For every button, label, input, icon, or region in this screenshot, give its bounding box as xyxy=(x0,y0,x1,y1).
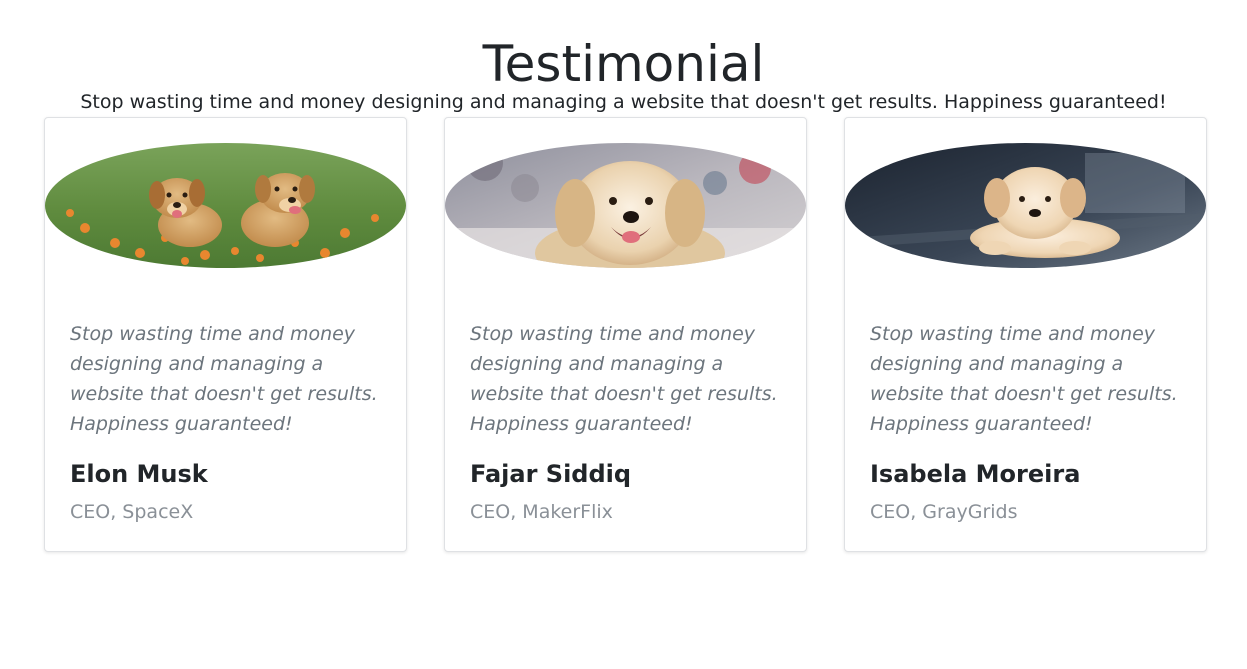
section-subtitle: Stop wasting time and money designing an… xyxy=(80,91,1167,113)
testimonial-quote: Stop wasting time and money designing an… xyxy=(470,323,778,435)
testimonial-photo xyxy=(845,143,1206,268)
testimonial-role: CEO, MakerFlix xyxy=(470,501,613,523)
puppy-lying-on-dark-floor-photo xyxy=(845,143,1206,268)
two-puppies-in-flower-field-photo xyxy=(45,143,406,268)
testimonial-name: Isabela Moreira xyxy=(870,460,1081,488)
golden-retriever-smiling-photo xyxy=(445,143,806,268)
testimonial-name: Fajar Siddiq xyxy=(470,460,632,488)
testimonial-cards: Stop wasting time and money designing an… xyxy=(44,117,1207,552)
testimonial-photo xyxy=(45,143,406,268)
testimonial-quote: Stop wasting time and money designing an… xyxy=(870,323,1178,435)
testimonial-name: Elon Musk xyxy=(70,460,208,488)
testimonial-role: CEO, SpaceX xyxy=(70,501,194,523)
testimonial-quote: Stop wasting time and money designing an… xyxy=(70,323,378,435)
testimonial-card: Stop wasting time and money designing an… xyxy=(444,117,807,552)
testimonial-card: Stop wasting time and money designing an… xyxy=(44,117,407,552)
testimonial-role: CEO, GrayGrids xyxy=(870,501,1018,523)
section-title: Testimonial xyxy=(482,34,765,93)
testimonial-photo xyxy=(445,143,806,268)
testimonial-card: Stop wasting time and money designing an… xyxy=(844,117,1207,552)
